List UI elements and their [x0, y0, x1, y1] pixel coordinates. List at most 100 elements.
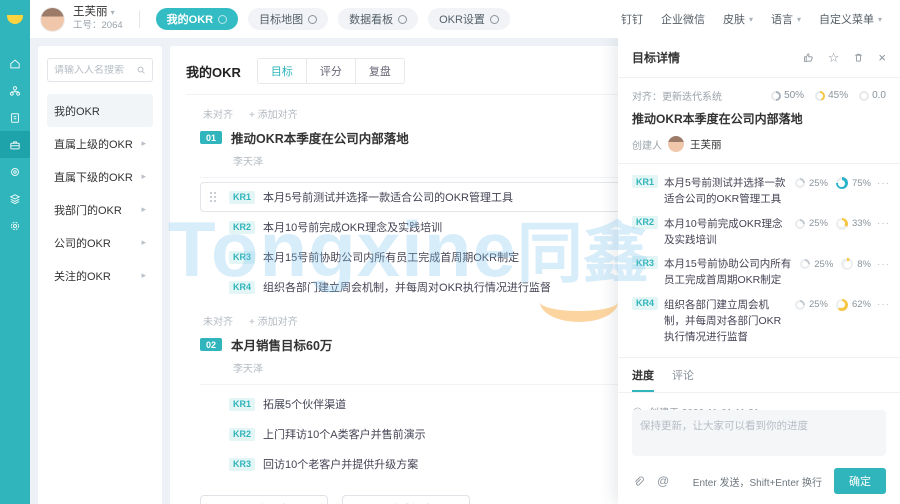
topbar-menu-item[interactable]: 皮肤 ▾: [723, 11, 753, 27]
kr-badge: KR2: [229, 221, 255, 234]
user-area: 王芙丽 ▾ 工号：2064 我的OKR 目标地图 数据看板 OKR设置: [30, 0, 520, 38]
trash-icon[interactable]: [852, 51, 865, 64]
kr-progress: 62%: [852, 299, 871, 310]
drag-handle[interactable]: [210, 192, 212, 194]
kr-progress: 8%: [857, 259, 871, 270]
drawer-header: 目标详情 ☆ ×: [618, 38, 900, 78]
user-name: 王芙丽: [73, 6, 108, 18]
kr-weight: 25%: [809, 178, 828, 189]
drawer-header-actions: ☆ ×: [802, 51, 886, 64]
detail-kr-list: KR1 本月5号前测试并选择一款适合公司的OKR管理工具 25% 75% ···…: [618, 164, 900, 358]
topbar-menu-item[interactable]: 自定义菜单 ▾: [819, 11, 882, 27]
copy-objective-button[interactable]: 复制目标: [342, 495, 470, 504]
primary-nav: 我的OKR 目标地图 数据看板 OKR设置: [156, 8, 510, 30]
primary-nav-tab[interactable]: OKR设置: [428, 8, 510, 30]
okr-sidebar: 我的OKR ▸ 直属上级的OKR ▸ 直属下级的OKR ▸ 我部门的OKR ▸ …: [38, 46, 162, 504]
chevron-right-icon: ▸: [141, 237, 146, 248]
detail-kr-row[interactable]: KR2 本月10号前完成OKR理念及实践培训 25% 33% ···: [632, 212, 890, 253]
detail-tab[interactable]: 进度: [632, 367, 654, 392]
more-icon[interactable]: ···: [877, 259, 890, 270]
view-tab[interactable]: 目标: [258, 59, 306, 83]
user-info[interactable]: 王芙丽 ▾ 工号：2064: [73, 5, 123, 32]
mention-icon[interactable]: @: [657, 474, 669, 488]
align-status: 未对齐: [203, 313, 233, 328]
add-align-button[interactable]: + 添加对齐: [249, 313, 298, 328]
add-objective-button[interactable]: + 添加目标: [200, 495, 328, 504]
kr-progress-ring: [836, 299, 848, 311]
kr-progress-ring: [841, 258, 853, 270]
kr-badge: KR2: [632, 216, 658, 229]
creator-avatar: [668, 136, 684, 152]
weight-icon: [795, 300, 805, 310]
view-tab[interactable]: 复盘: [355, 59, 404, 83]
app-logo[interactable]: [0, 0, 30, 38]
kr-badge: KR1: [229, 191, 255, 204]
stat-icon: [771, 91, 781, 101]
sidebar-menu-item[interactable]: 公司的OKR ▸: [47, 226, 153, 259]
chevron-right-icon: ▸: [141, 204, 146, 215]
sidebar-menu-item[interactable]: 直属上级的OKR ▸: [47, 127, 153, 160]
kr-badge: KR1: [229, 398, 255, 411]
more-icon[interactable]: ···: [877, 178, 890, 189]
submit-button[interactable]: 确定: [834, 468, 886, 494]
detail-tab[interactable]: 评论: [672, 367, 694, 392]
detail-kr-row[interactable]: KR4 组织各部门建立周会机制，并每周对各部门OKR执行情况进行监督 25% 6…: [632, 293, 890, 350]
sidebar-menu-item[interactable]: 我的OKR ▸: [47, 94, 153, 127]
star-icon[interactable]: ☆: [828, 51, 840, 64]
rail-org-icon[interactable]: [0, 77, 30, 104]
rail-home-icon[interactable]: [0, 50, 30, 77]
topbar-menu-item[interactable]: 企业微信: [661, 11, 705, 27]
primary-nav-tab[interactable]: 数据看板: [338, 8, 418, 30]
detail-objective-title: 推动OKR本季度在公司内部落地: [618, 103, 900, 127]
rail-layers-icon[interactable]: [0, 185, 30, 212]
weight-icon: [795, 178, 805, 188]
creator-row: 创建人 王芙丽: [618, 127, 900, 164]
like-icon[interactable]: [802, 51, 815, 64]
rail-medal-icon[interactable]: [0, 158, 30, 185]
stat-score: 0.0: [859, 90, 886, 101]
objective-detail-drawer: 目标详情 ☆ × 对齐：更新迭代系统 50% 45% 0.0 推动OKR本季度在…: [618, 38, 900, 504]
topbar-menu-item[interactable]: 语言 ▾: [771, 11, 801, 27]
close-icon[interactable]: ×: [878, 51, 886, 64]
topbar: 王芙丽 ▾ 工号：2064 我的OKR 目标地图 数据看板 OKR设置 钉钉 企…: [0, 0, 900, 38]
view-tab[interactable]: 评分: [306, 59, 355, 83]
kr-text: 本月15号前协助公司内所有员工完成首周期OKR制定: [263, 249, 519, 265]
topbar-menu-item[interactable]: 钉钉: [621, 11, 643, 27]
topbar-right-menu: 钉钉 企业微信 皮肤 ▾ 语言 ▾ 自定义菜单 ▾: [621, 0, 900, 38]
kr-weight: 25%: [809, 299, 828, 310]
user-avatar[interactable]: [40, 7, 65, 32]
search-input[interactable]: [54, 65, 132, 76]
stat-icon: [815, 91, 825, 101]
primary-nav-tab[interactable]: 目标地图: [248, 8, 328, 30]
add-align-button[interactable]: + 添加对齐: [249, 106, 298, 121]
kr-progress: 75%: [852, 178, 871, 189]
sidebar-menu-item[interactable]: 直属下级的OKR ▸: [47, 160, 153, 193]
aligned-to-text[interactable]: 对齐：更新迭代系统: [632, 88, 722, 103]
kr-badge: KR3: [229, 458, 255, 471]
primary-nav-tab[interactable]: 我的OKR: [156, 8, 238, 30]
sidebar-menu-item[interactable]: 关注的OKR ▸: [47, 259, 153, 292]
chevron-down-icon: ▾: [797, 15, 801, 24]
objective-title[interactable]: 本月销售目标60万: [231, 335, 332, 354]
align-status: 未对齐: [203, 106, 233, 121]
kr-metrics: 25% 62% ···: [795, 297, 890, 311]
rail-briefcase-icon[interactable]: [0, 131, 30, 158]
update-composer: @ Enter 发送，Shift+Enter 换行 确定: [618, 410, 900, 504]
more-icon[interactable]: ···: [877, 299, 890, 310]
kr-text: 本月10号前完成OKR理念及实践培训: [664, 216, 789, 249]
logo-smile-icon: [7, 15, 23, 24]
rail-settings-icon[interactable]: [0, 212, 30, 239]
person-search[interactable]: [47, 58, 153, 82]
kr-metrics: 25% 33% ···: [795, 216, 890, 230]
weight-icon: [795, 219, 805, 229]
more-icon[interactable]: ···: [877, 218, 890, 229]
detail-kr-row[interactable]: KR3 本月15号前协助公司内所有员工完成首周期OKR制定 25% 8% ···: [632, 252, 890, 293]
sidebar-menu-item[interactable]: 我部门的OKR ▸: [47, 193, 153, 226]
detail-kr-row[interactable]: KR1 本月5号前测试并选择一款适合公司的OKR管理工具 25% 75% ···: [632, 171, 890, 212]
objective-title[interactable]: 推动OKR本季度在公司内部落地: [231, 128, 409, 147]
drawer-title: 目标详情: [632, 49, 680, 66]
rail-document-icon[interactable]: [0, 104, 30, 131]
creator-name: 王芙丽: [690, 137, 722, 152]
attachment-icon[interactable]: [632, 475, 645, 488]
update-input[interactable]: [632, 410, 886, 456]
